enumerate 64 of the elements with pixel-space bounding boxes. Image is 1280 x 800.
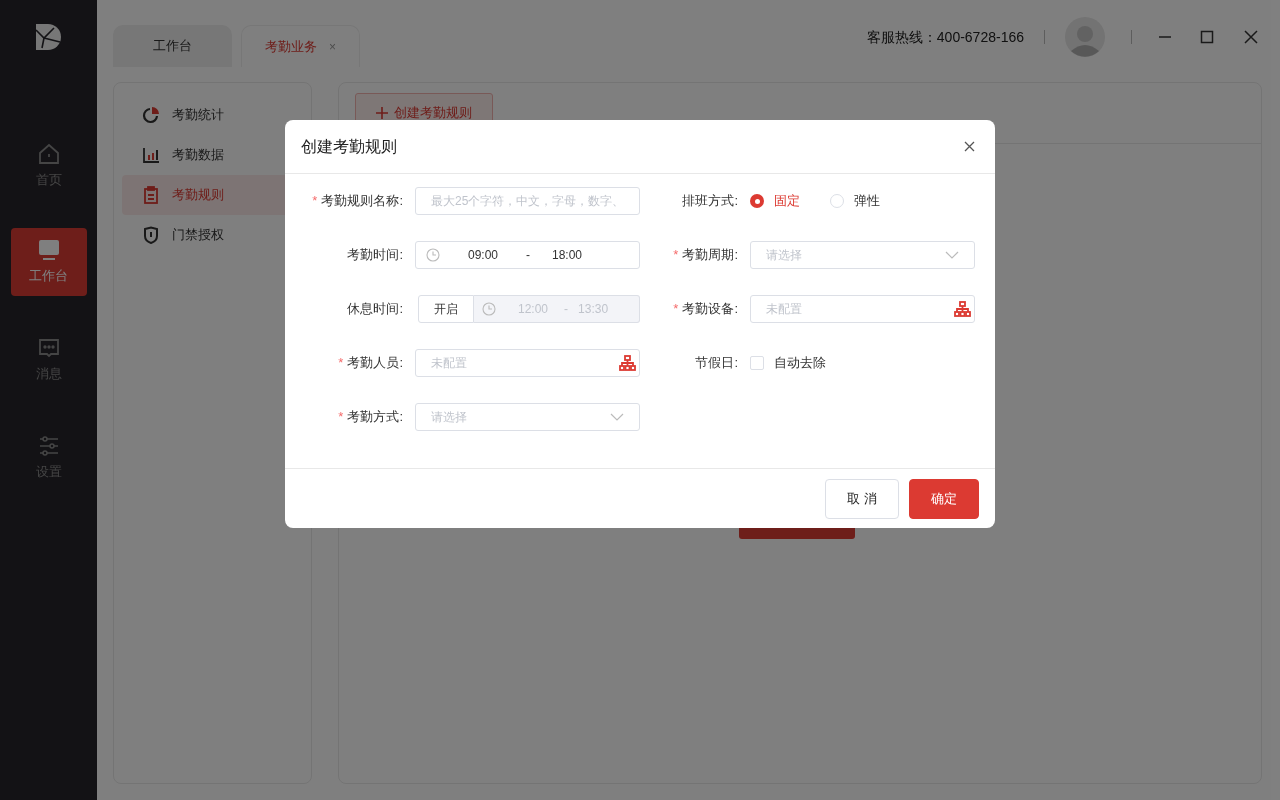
nav-label: 工作台 — [29, 267, 68, 286]
maximize-icon[interactable] — [1200, 30, 1214, 44]
required-mark: * — [673, 300, 679, 319]
field-label: 考勤规则名称: — [321, 192, 403, 211]
close-icon[interactable] — [964, 141, 975, 152]
select-placeholder: 请选择 — [431, 409, 467, 426]
menu-label: 门禁授权 — [172, 226, 224, 245]
logo-icon — [33, 22, 64, 52]
chevron-down-icon — [610, 413, 624, 421]
menu-item[interactable]: 考勤统计 — [122, 95, 311, 135]
radio-button[interactable] — [830, 194, 844, 208]
nav-item[interactable]: 工作台 — [10, 228, 87, 296]
required-mark: * — [338, 354, 344, 373]
cancel-button[interactable]: 取 消 — [825, 478, 899, 519]
field-label: 节假日: — [695, 354, 738, 373]
field-label: 排班方式: — [682, 192, 738, 211]
field-label: 考勤设备: — [682, 300, 738, 319]
plus-icon — [376, 107, 388, 119]
tab[interactable]: 工作台 — [113, 25, 232, 67]
menu-label: 考勤数据 — [172, 146, 224, 165]
tab-label: 工作台 — [153, 37, 192, 56]
select-field[interactable]: 请选择 — [750, 241, 975, 269]
dialog-title: 创建考勤规则 — [301, 136, 397, 157]
range-separator: - — [564, 301, 569, 318]
pie-chart-icon — [142, 106, 160, 124]
monitor-icon — [36, 238, 61, 263]
checkbox[interactable] — [750, 356, 764, 370]
field-label: 考勤方式: — [347, 408, 403, 427]
bar-chart-icon — [142, 146, 160, 164]
start-time: 09:00 — [468, 247, 500, 264]
hotline-text: 客服热线：400-6728-166 — [866, 27, 1024, 47]
menu-label: 考勤统计 — [172, 106, 224, 125]
field-label: 考勤周期: — [682, 246, 738, 265]
field-label: 休息时间: — [347, 300, 403, 319]
org-chart-icon — [954, 301, 971, 317]
confirm-button[interactable]: 确定 — [909, 478, 979, 519]
field-label: 考勤时间: — [347, 246, 403, 265]
home-icon — [36, 142, 61, 167]
radio-button[interactable] — [750, 194, 764, 208]
menu-label: 考勤规则 — [172, 186, 224, 205]
required-mark: * — [338, 408, 344, 427]
select-field[interactable]: 请选择 — [415, 403, 640, 431]
menu-item[interactable]: 门禁授权 — [122, 215, 311, 255]
field-label: 考勤人员: — [347, 354, 403, 373]
clock-icon — [426, 248, 440, 262]
tab[interactable]: 考勤业务 × — [241, 25, 360, 67]
rule-name-field[interactable]: 最大25个字符，中文，字母，数字、 — [415, 187, 640, 215]
time-range-field[interactable]: 09:00 - 18:00 — [415, 241, 640, 269]
range-separator: - — [526, 247, 530, 264]
clipboard-icon — [142, 186, 160, 204]
tab-label: 考勤业务 — [265, 37, 317, 56]
chevron-down-icon — [945, 251, 959, 259]
checkbox-label: 自动去除 — [774, 354, 826, 373]
org-chart-icon — [619, 355, 636, 371]
close-icon[interactable] — [1244, 30, 1258, 44]
tab-close-button[interactable]: × — [329, 37, 336, 56]
radio-label: 弹性 — [854, 192, 880, 211]
required-mark: * — [312, 192, 318, 211]
shield-icon — [142, 226, 160, 244]
required-mark: * — [673, 246, 679, 265]
end-time: 18:00 — [552, 247, 583, 264]
clock-icon — [482, 302, 496, 316]
select-placeholder: 请选择 — [766, 247, 802, 264]
radio-label: 固定 — [774, 192, 800, 211]
